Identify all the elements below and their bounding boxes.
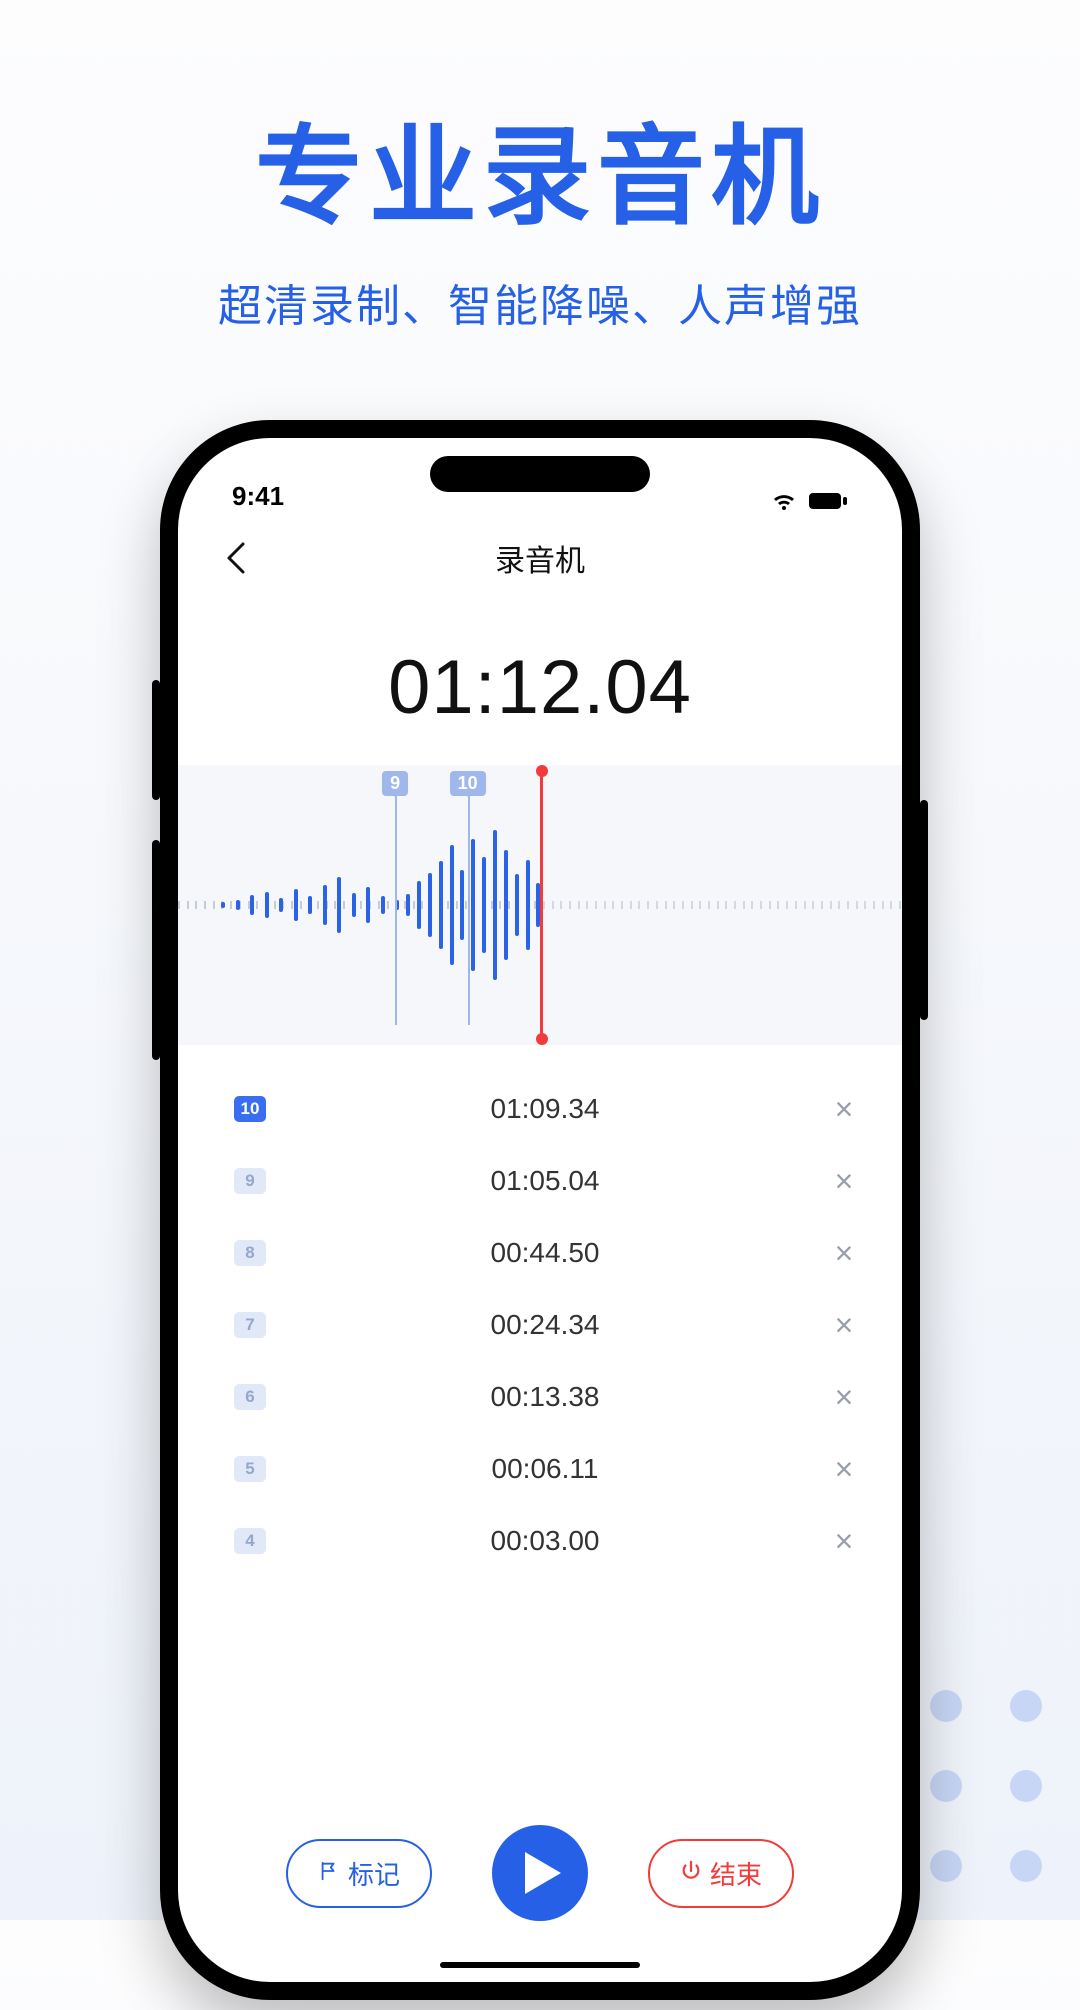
delete-mark-button[interactable]: × <box>824 1451 864 1488</box>
dynamic-island <box>430 456 650 492</box>
end-button-label: 结束 <box>710 1855 762 1892</box>
chevron-left-icon <box>218 538 258 578</box>
play-icon <box>525 1852 561 1894</box>
end-button[interactable]: 结束 <box>648 1839 794 1908</box>
delete-mark-button[interactable]: × <box>824 1523 864 1560</box>
status-time: 9:41 <box>232 481 284 512</box>
delete-mark-button[interactable]: × <box>824 1307 864 1344</box>
mark-row[interactable]: 700:24.34× <box>216 1289 864 1361</box>
waveform-flag[interactable]: 9 <box>382 771 408 796</box>
marks-list: 1001:09.34×901:05.04×800:44.50×700:24.34… <box>178 1073 902 1812</box>
waveform-flag[interactable]: 10 <box>450 771 486 796</box>
mark-time: 00:13.38 <box>266 1381 824 1413</box>
back-button[interactable] <box>218 538 258 578</box>
mark-number-badge: 10 <box>234 1096 266 1122</box>
battery-icon <box>808 491 848 511</box>
nav-bar: 录音机 <box>178 526 902 590</box>
mark-time: 01:05.04 <box>266 1165 824 1197</box>
mark-time: 01:09.34 <box>266 1093 824 1125</box>
page-title: 录音机 <box>495 536 585 580</box>
playhead[interactable] <box>540 771 543 1039</box>
waveform-flag-line <box>468 785 470 1025</box>
waveform-panel[interactable]: 9 10 <box>178 765 902 1045</box>
wifi-icon <box>770 490 798 512</box>
power-icon <box>680 1858 702 1889</box>
phone-mockup: 9:41 录音机 01:12.04 9 10 <box>160 420 920 2000</box>
mark-row[interactable]: 800:44.50× <box>216 1217 864 1289</box>
delete-mark-button[interactable]: × <box>824 1091 864 1128</box>
mark-time: 00:44.50 <box>266 1237 824 1269</box>
controls-bar: 标记 结束 <box>178 1812 902 1982</box>
mark-button-label: 标记 <box>348 1855 400 1892</box>
mark-number-badge: 7 <box>234 1312 266 1338</box>
mark-time: 00:06.11 <box>266 1453 824 1485</box>
hero-title: 专业录音机 <box>0 90 1080 246</box>
delete-mark-button[interactable]: × <box>824 1235 864 1272</box>
delete-mark-button[interactable]: × <box>824 1379 864 1416</box>
recording-timer: 01:12.04 <box>178 644 902 731</box>
mark-number-badge: 4 <box>234 1528 266 1554</box>
play-button[interactable] <box>492 1825 588 1921</box>
mark-time: 00:03.00 <box>266 1525 824 1557</box>
mark-time: 00:24.34 <box>266 1309 824 1341</box>
mark-number-badge: 8 <box>234 1240 266 1266</box>
flag-icon <box>318 1858 340 1889</box>
waveform-flag-line <box>395 785 397 1025</box>
mark-row[interactable]: 400:03.00× <box>216 1505 864 1577</box>
hero-subtitle: 超清录制、智能降噪、人声增强 <box>0 270 1080 334</box>
mark-row[interactable]: 901:05.04× <box>216 1145 864 1217</box>
app-screen: 9:41 录音机 01:12.04 9 10 <box>178 438 902 1982</box>
mark-number-badge: 6 <box>234 1384 266 1410</box>
mark-row[interactable]: 600:13.38× <box>216 1361 864 1433</box>
delete-mark-button[interactable]: × <box>824 1163 864 1200</box>
mark-number-badge: 9 <box>234 1168 266 1194</box>
mark-row[interactable]: 500:06.11× <box>216 1433 864 1505</box>
home-indicator[interactable] <box>440 1962 640 1968</box>
mark-number-badge: 5 <box>234 1456 266 1482</box>
mark-button[interactable]: 标记 <box>286 1839 432 1908</box>
mark-row[interactable]: 1001:09.34× <box>216 1073 864 1145</box>
